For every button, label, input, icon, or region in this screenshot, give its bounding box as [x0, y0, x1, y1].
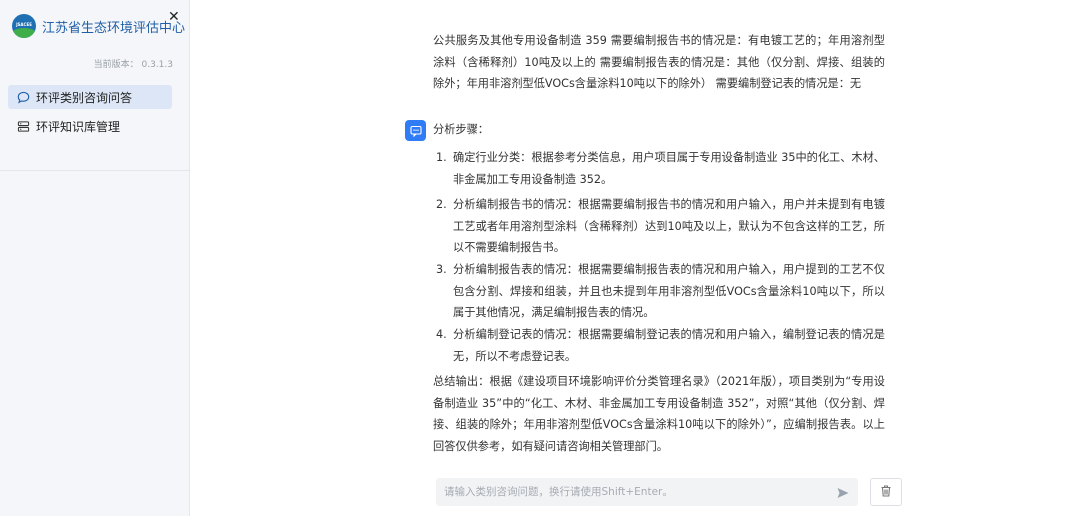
- step-number: 2.: [436, 198, 447, 211]
- step-item: 2. 分析编制报告书的情况：根据需要编制报告书的情况和用户输入，用户并未提到有电…: [433, 194, 885, 259]
- previous-answer-text: 公共服务及其他专用设备制造 359 需要编制报告书的情况是：有电镀工艺的；年用溶…: [433, 34, 885, 90]
- question-input[interactable]: [444, 486, 824, 498]
- version-number: 0.3.1.3: [141, 60, 174, 70]
- question-input-box[interactable]: [436, 478, 858, 506]
- step-text: 分析编制报告书的情况：根据需要编制报告书的情况和用户输入，用户并未提到有电镀工艺…: [453, 198, 885, 254]
- steps-title: 分析步骤：: [433, 123, 489, 136]
- sidebar-item-label: 环评类别咨询问答: [36, 90, 133, 105]
- step-number: 1.: [436, 151, 447, 164]
- sidebar-divider: [0, 170, 190, 171]
- logo: JSACEE: [12, 14, 36, 38]
- step-number: 4.: [436, 328, 447, 341]
- database-icon: [16, 119, 30, 133]
- summary-text: 总结输出：根据《建设项目环境影响评价分类管理名录》（2021年版），项目类别为“…: [433, 375, 885, 453]
- step-text: 确定行业分类：根据参考分类信息，用户项目属于专用设备制造业 35中的化工、木材、…: [453, 151, 885, 186]
- step-item: 3. 分析编制报告表的情况：根据需要编制报告表的情况和用户输入，用户提到的工艺不…: [433, 259, 885, 324]
- logo-text: JSACEE: [16, 22, 32, 27]
- version-label: 当前版本：: [93, 60, 139, 70]
- sidebar-item-qa[interactable]: 环评类别咨询问答: [8, 85, 172, 109]
- step-item: 1. 确定行业分类：根据参考分类信息，用户项目属于专用设备制造业 35中的化工、…: [433, 147, 885, 190]
- brand: JSACEE 江苏省生态环境评估中心: [12, 14, 185, 38]
- sidebar-item-knowledge-base[interactable]: 环评知识库管理: [8, 114, 172, 138]
- version-info: 当前版本： 0.3.1.3: [94, 57, 173, 70]
- step-text: 分析编制登记表的情况：根据需要编制登记表的情况和用户输入，编制登记表的情况是无，…: [453, 328, 885, 363]
- step-item: 4. 分析编制登记表的情况：根据需要编制登记表的情况和用户输入，编制登记表的情况…: [433, 324, 885, 367]
- step-number: 3.: [436, 263, 447, 276]
- sidebar-item-label: 环评知识库管理: [36, 119, 121, 134]
- bot-avatar-icon: [405, 120, 426, 141]
- close-icon[interactable]: ✕: [168, 9, 180, 25]
- clear-button[interactable]: [870, 478, 902, 506]
- brand-name: 江苏省生态环境评估中心: [42, 20, 186, 36]
- sidebar: JSACEE 江苏省生态环境评估中心 ✕ 当前版本： 0.3.1.3 环评类别咨…: [0, 0, 190, 516]
- step-text: 分析编制报告表的情况：根据需要编制报告表的情况和用户输入，用户提到的工艺不仅包含…: [453, 263, 885, 319]
- chat-bubble-icon: [16, 90, 30, 104]
- send-icon[interactable]: [836, 485, 850, 504]
- trash-icon: [879, 483, 893, 502]
